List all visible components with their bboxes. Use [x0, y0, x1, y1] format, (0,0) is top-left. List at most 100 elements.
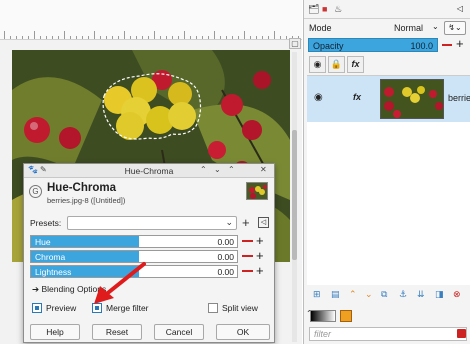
ruler-tick	[220, 36, 221, 39]
maximize-icon[interactable]: ⌃	[228, 165, 235, 174]
fx-filter-icon[interactable]: fx	[347, 56, 364, 73]
layer-row[interactable]: ◉ fx berrie	[307, 76, 470, 122]
merge-down-icon[interactable]: ⇊	[417, 289, 425, 300]
ruler-tick	[10, 36, 11, 39]
filter-input[interactable]: filter	[309, 327, 467, 341]
hue-decrease-minus-icon[interactable]	[242, 240, 253, 242]
opacity-row: Opacity 100.0 +	[308, 36, 468, 52]
chroma-increase-plus-icon[interactable]: +	[256, 248, 264, 263]
lightness-decrease-minus-icon[interactable]	[242, 270, 253, 272]
canvas-vertical-scrollbar[interactable]	[292, 52, 297, 342]
layer-visibility-eye-icon[interactable]: ◉	[314, 92, 323, 103]
ruler-tick	[100, 36, 101, 39]
help-button[interactable]: Help	[30, 324, 80, 340]
ruler-tick	[286, 36, 287, 39]
layer-mode-row: Mode Normal ⌄ ↯⌄	[304, 20, 470, 36]
layers-tab-icon[interactable]: 🗂	[308, 4, 319, 15]
ruler-tick	[256, 36, 257, 39]
lightness-slider-value[interactable]: 0.00	[217, 267, 234, 277]
tab-menu-icon[interactable]: ◁	[457, 4, 463, 13]
clear-filter-icon[interactable]	[457, 329, 466, 338]
preset-menu-icon[interactable]: ◁	[258, 217, 269, 228]
hue-slider-value[interactable]: 0.00	[217, 237, 234, 247]
ruler-tick	[148, 36, 149, 39]
gradient-swatch[interactable]	[310, 310, 336, 322]
ruler-tick	[28, 36, 29, 39]
layers-dock-panel: 🗂 ■ ♨ ◁ Mode Normal ⌄ ↯⌄ Opacity 100.0 +…	[303, 0, 470, 344]
ruler-tick	[250, 36, 251, 39]
dialog-button-row: Help Reset Cancel OK	[30, 324, 270, 340]
anchor-layer-icon[interactable]: ⚓	[399, 289, 407, 300]
split-view-label: Split view	[222, 303, 258, 313]
preview-checkbox[interactable]	[32, 303, 42, 313]
preview-label: Preview	[46, 303, 77, 313]
chroma-decrease-minus-icon[interactable]	[242, 255, 253, 257]
new-layer-icon[interactable]: ▤	[331, 289, 340, 300]
ruler-tick	[166, 36, 167, 39]
hue-increase-plus-icon[interactable]: +	[256, 233, 264, 248]
ruler-tick	[244, 31, 245, 39]
reset-button[interactable]: Reset	[92, 324, 142, 340]
channels-tab-icon[interactable]: ■	[322, 4, 327, 14]
close-icon[interactable]: ✕	[260, 165, 267, 174]
opacity-decrease-minus-icon[interactable]	[442, 44, 452, 46]
layers-list[interactable]: ◉ fx berrie	[307, 75, 470, 285]
paths-tab-icon[interactable]: ♨	[334, 4, 342, 15]
ruler-tick	[268, 36, 269, 39]
chroma-slider-label: Chroma	[35, 252, 66, 262]
collapse-down-icon[interactable]: ⌄	[214, 165, 221, 174]
ruler-tick	[40, 36, 41, 39]
ruler-tick	[4, 31, 5, 39]
image-thumbnail	[246, 182, 268, 200]
collapse-up-icon[interactable]: ⌃	[200, 165, 207, 174]
chroma-slider-value[interactable]: 0.00	[217, 252, 234, 262]
ruler-tick	[196, 36, 197, 39]
opacity-value[interactable]: 100.0	[410, 41, 433, 51]
mask-icon[interactable]: ◨	[435, 289, 444, 300]
ruler-corner-toggle[interactable]: ▢	[289, 38, 301, 49]
dialog-subtitle: berries.jpg-8 ([Untitled])	[47, 196, 126, 205]
lock-icon[interactable]: 🔒	[328, 56, 345, 73]
ruler-tick	[154, 31, 155, 39]
hue-slider[interactable]: Hue 0.00	[30, 235, 238, 248]
ok-button[interactable]: OK	[216, 324, 270, 340]
ruler-tick	[76, 36, 77, 39]
visibility-eye-icon[interactable]: ◉	[309, 56, 326, 73]
opacity-slider[interactable]: Opacity 100.0	[308, 38, 438, 52]
ruler-tick	[130, 36, 131, 39]
ruler-tick	[178, 36, 179, 39]
mode-chevron-down-icon[interactable]: ⌄	[432, 22, 439, 31]
composite-mode-button[interactable]: ↯⌄	[444, 21, 466, 35]
dialog-titlebar[interactable]: 🐾 ✎ Hue-Chroma ⌃ ⌄ ⌃ ✕	[24, 164, 274, 178]
layer-thumbnail-svg	[381, 80, 443, 118]
layer-name[interactable]: berrie	[448, 93, 470, 103]
presets-dropdown[interactable]: ⌄	[67, 216, 237, 230]
delete-layer-icon[interactable]: ⊗	[453, 289, 461, 300]
dock-tab-bar: 🗂 ■ ♨ ◁	[304, 0, 470, 19]
ruler-tick	[94, 31, 95, 39]
pattern-swatch[interactable]	[340, 310, 352, 322]
layer-fx-icon[interactable]: fx	[353, 92, 361, 102]
hue-chroma-dialog[interactable]: 🐾 ✎ Hue-Chroma ⌃ ⌄ ⌃ ✕ G Hue-Chroma berr…	[23, 163, 275, 343]
duplicate-layer-icon[interactable]: ⧉	[381, 289, 387, 300]
ruler-tick	[46, 36, 47, 39]
mode-dropdown[interactable]: Normal	[394, 23, 423, 33]
ruler-tick	[214, 31, 215, 39]
ruler-tick	[70, 36, 71, 39]
add-preset-plus-icon[interactable]: +	[242, 215, 250, 230]
split-view-checkbox[interactable]	[208, 303, 218, 313]
opacity-increase-plus-icon[interactable]: +	[456, 36, 464, 51]
lightness-increase-plus-icon[interactable]: +	[256, 263, 264, 278]
new-layer-group-icon[interactable]: ⊞	[313, 289, 321, 300]
canvas-scroll-thumb[interactable]	[292, 130, 297, 260]
layer-thumbnail	[380, 79, 444, 119]
ruler-tick	[34, 31, 35, 39]
dialog-title: Hue-Chroma	[124, 166, 174, 176]
raise-layer-icon[interactable]: ⌃	[349, 289, 357, 300]
lower-layer-icon[interactable]: ⌄	[365, 289, 373, 300]
image-canvas-area[interactable]: ▢ 🐾 ✎ Hue-Chroma ⌃ ⌄ ⌃ ✕ G Hue-Chroma be…	[0, 0, 302, 344]
thumbnail-svg	[247, 183, 267, 199]
ruler-tick	[262, 36, 263, 39]
ruler-tick	[64, 31, 65, 39]
cancel-button[interactable]: Cancel	[154, 324, 204, 340]
